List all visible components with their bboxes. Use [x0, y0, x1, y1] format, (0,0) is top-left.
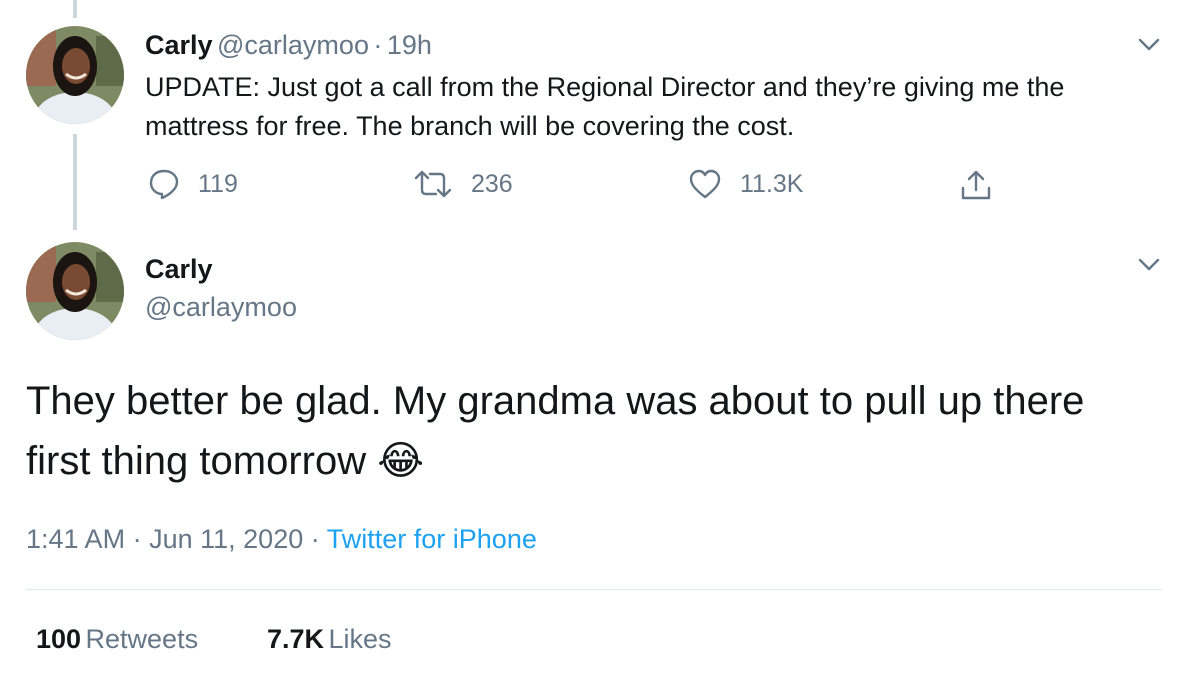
display-name[interactable]: Carly [145, 254, 213, 285]
chevron-down-icon[interactable] [1138, 38, 1160, 52]
avatar[interactable] [26, 242, 124, 340]
reply-count: 119 [198, 169, 238, 198]
tweet-meta: 1:41 AM · Jun 11, 2020 · Twitter for iPh… [26, 524, 537, 555]
retweet-icon [414, 170, 452, 198]
divider [26, 589, 1162, 590]
likes-label: Likes [328, 624, 392, 654]
tweet-text: UPDATE: Just got a call from the Regiona… [145, 72, 1065, 141]
like-count: 11.3K [740, 169, 804, 198]
avatar[interactable] [26, 26, 124, 124]
avatar-image [26, 242, 124, 340]
separator-dot: · [132, 524, 142, 554]
tears-of-joy-emoji-icon: 😂 [377, 439, 424, 483]
separator-dot: · [373, 30, 383, 60]
retweets-label: Retweets [85, 624, 199, 654]
display-name[interactable]: Carly [145, 30, 213, 60]
separator-dot: · [310, 524, 320, 554]
retweet-count: 236 [471, 169, 513, 198]
thread-line-top [73, 0, 77, 18]
thread-line-connector [73, 134, 77, 230]
retweets-count: 100 [36, 624, 82, 654]
tweet-time[interactable]: 1:41 AM [26, 524, 125, 554]
heart-icon [689, 169, 721, 199]
tweet-header: Carly @carlaymoo · 19h [145, 30, 432, 61]
retweet-button[interactable]: 236 [413, 168, 513, 200]
handle[interactable]: @carlaymoo [145, 292, 297, 323]
tweet-date[interactable]: Jun 11, 2020 [149, 524, 303, 554]
timestamp[interactable]: 19h [387, 30, 432, 60]
reply-icon [149, 169, 179, 200]
likes-count: 7.7K [267, 624, 325, 654]
tweet-text: They better be glad. My grandma was abou… [26, 371, 1146, 491]
chevron-down-icon[interactable] [1138, 258, 1160, 272]
retweets-stat[interactable]: 100 Retweets [36, 624, 198, 655]
like-button[interactable]: 11.3K [688, 168, 803, 200]
reply-button[interactable]: 119 [148, 168, 238, 200]
likes-stat[interactable]: 7.7K Likes [267, 624, 392, 655]
tweet-text-content: They better be glad. My grandma was abou… [26, 379, 1085, 483]
source-link[interactable]: Twitter for iPhone [327, 524, 537, 554]
handle[interactable]: @carlaymoo [217, 30, 369, 60]
share-icon [961, 170, 991, 200]
avatar-image [26, 26, 124, 124]
share-button[interactable] [959, 168, 993, 202]
